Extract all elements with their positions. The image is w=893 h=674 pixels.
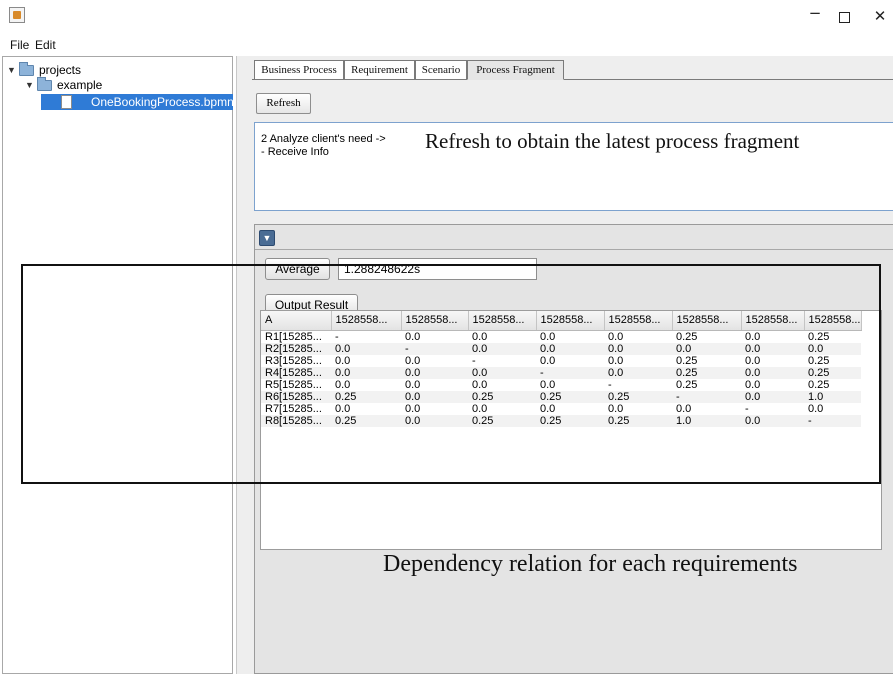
minimize-button[interactable]: − <box>792 0 838 26</box>
java-app-icon <box>9 7 25 23</box>
refresh-button[interactable]: Refresh <box>256 93 311 114</box>
folder-icon <box>37 77 52 91</box>
tree-label: example <box>57 78 103 92</box>
file-icon <box>61 95 72 109</box>
highlight-rectangle <box>21 264 881 484</box>
menu-edit[interactable]: Edit <box>35 38 56 52</box>
process-fragment-text: 2 Analyze client's need -> - Receive Inf… <box>261 133 386 158</box>
tree-node-file-selected[interactable]: OneBookingProcess.bpmn <box>41 94 234 110</box>
expand-arrow-icon[interactable]: ▼ <box>7 62 16 78</box>
menu-file[interactable]: File <box>10 38 29 52</box>
tree-node-projects[interactable]: ▼ projects <box>7 62 207 78</box>
title-bar: − ✕ <box>0 0 893 34</box>
collapse-icon[interactable]: ▼ <box>259 230 275 246</box>
maximize-button[interactable] <box>839 12 850 23</box>
menu-bar: File Edit <box>0 36 893 54</box>
tab-scenario[interactable]: Scenario <box>415 60 467 80</box>
close-button[interactable]: ✕ <box>857 3 893 29</box>
tree-label: projects <box>39 63 82 77</box>
annotation-refresh: Refresh to obtain the latest process fra… <box>425 129 800 153</box>
process-fragment-area[interactable]: 2 Analyze client's need -> - Receive Inf… <box>254 122 893 211</box>
divider <box>255 249 893 250</box>
tab-process-fragment[interactable]: Process Fragment <box>467 60 564 80</box>
tree-node-example[interactable]: ▼ example <box>25 77 205 93</box>
tab-business-process[interactable]: Business Process <box>254 60 344 80</box>
folder-icon <box>19 62 34 76</box>
tree-label: OneBookingProcess.bpmn <box>91 95 234 109</box>
expand-arrow-icon[interactable]: ▼ <box>25 77 34 93</box>
tab-requirement[interactable]: Requirement <box>344 60 415 80</box>
annotation-dependency: Dependency relation for each requirement… <box>383 551 798 577</box>
